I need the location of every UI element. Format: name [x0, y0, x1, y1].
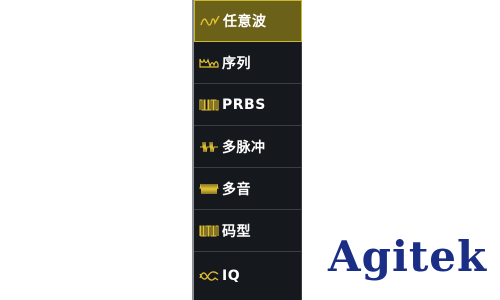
- menu-item-label: 多音: [222, 181, 251, 198]
- waveform-type-menu: 任意波 序列 PRBS 多脉冲 多音 码型 IQ: [192, 0, 302, 300]
- menu-item-label: 序列: [222, 55, 251, 72]
- multi-tone-icon: [199, 182, 219, 196]
- menu-item-pattern[interactable]: 码型: [194, 210, 302, 252]
- sequence-icon: [199, 56, 219, 70]
- pattern-icon: [199, 224, 219, 238]
- screen: 任意波 序列 PRBS 多脉冲 多音 码型 IQ Agitek: [0, 0, 500, 300]
- menu-item-arbitrary-wave[interactable]: 任意波: [194, 0, 302, 42]
- menu-item-label: 多脉冲: [222, 139, 266, 156]
- menu-item-multi-tone[interactable]: 多音: [194, 168, 302, 210]
- menu-item-iq[interactable]: IQ: [194, 252, 302, 300]
- iq-icon: [199, 269, 219, 283]
- menu-item-label: 码型: [222, 223, 251, 240]
- arbitrary-wave-icon: [200, 14, 220, 28]
- menu-item-sequence[interactable]: 序列: [194, 42, 302, 84]
- menu-item-prbs[interactable]: PRBS: [194, 84, 302, 126]
- menu-item-multi-pulse[interactable]: 多脉冲: [194, 126, 302, 168]
- multi-pulse-icon: [199, 140, 219, 154]
- agitek-logo: Agitek: [328, 232, 488, 281]
- menu-item-label: 任意波: [223, 14, 267, 30]
- menu-item-label: IQ: [222, 268, 241, 284]
- prbs-icon: [199, 98, 219, 112]
- menu-item-label: PRBS: [222, 96, 266, 113]
